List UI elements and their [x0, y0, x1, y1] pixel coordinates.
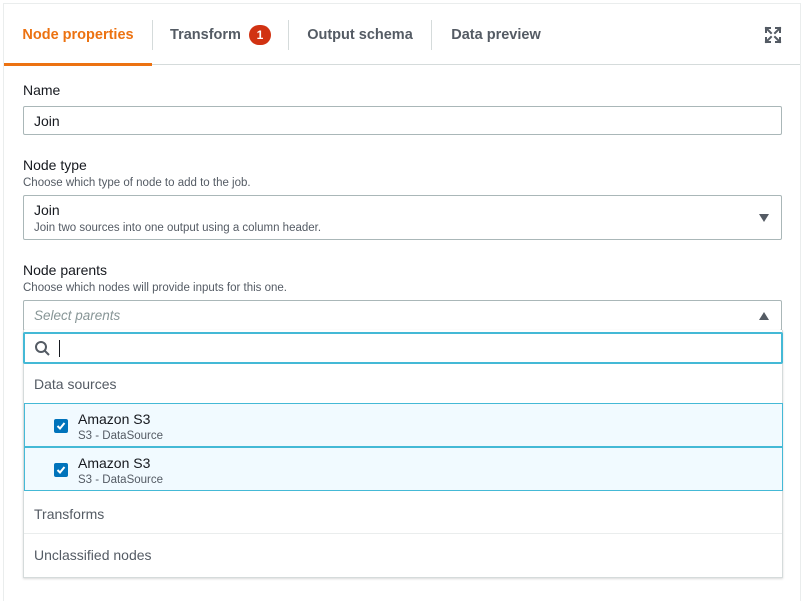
- option-subtitle: S3 - DataSource: [78, 474, 164, 486]
- name-input-value: Join: [34, 113, 60, 129]
- node-parents-select[interactable]: Select parents: [23, 300, 782, 331]
- tab-label: Transform: [170, 26, 241, 43]
- node-parents-placeholder: Select parents: [34, 308, 121, 323]
- node-panel: Node properties Transform 1 Output schem…: [3, 3, 801, 601]
- divider: [24, 533, 782, 534]
- tab-transform[interactable]: Transform 1: [153, 4, 288, 65]
- node-type-select[interactable]: Join Join two sources into one output us…: [23, 195, 782, 240]
- group-label-data-sources: Data sources: [34, 376, 117, 392]
- name-input[interactable]: Join: [23, 106, 782, 135]
- name-label: Name: [23, 82, 61, 98]
- option-title: Amazon S3: [78, 455, 151, 471]
- option-title: Amazon S3: [78, 411, 151, 427]
- checkmark-icon: [56, 466, 66, 474]
- error-count-badge: 1: [248, 24, 271, 45]
- tab-node-properties[interactable]: Node properties: [4, 4, 152, 66]
- chevron-down-icon: [759, 214, 769, 222]
- option-subtitle: S3 - DataSource: [78, 430, 164, 442]
- tab-bar: Node properties Transform 1 Output schem…: [4, 4, 800, 66]
- tab-label: Data preview: [451, 26, 541, 43]
- tab-label: Node properties: [22, 26, 134, 43]
- option-amazon-s3[interactable]: Amazon S3 S3 - DataSource: [24, 403, 783, 447]
- group-label-transforms: Transforms: [34, 506, 105, 522]
- node-parents-dropdown: Data sources Amazon S3 S3 - DataSource A…: [23, 330, 783, 578]
- node-type-value-description: Join two sources into one output using a…: [34, 222, 322, 234]
- node-type-label: Node type: [23, 157, 87, 173]
- node-parents-description: Choose which nodes will provide inputs f…: [23, 282, 288, 294]
- parents-search-input[interactable]: [23, 332, 783, 364]
- search-icon: [35, 341, 50, 356]
- checkbox[interactable]: [54, 419, 68, 433]
- node-type-value: Join: [34, 202, 60, 218]
- checkmark-icon: [56, 422, 66, 430]
- node-parents-label: Node parents: [23, 262, 108, 278]
- text-cursor: [59, 340, 60, 357]
- group-label-unclassified-nodes: Unclassified nodes: [34, 547, 152, 563]
- node-type-description: Choose which type of node to add to the …: [23, 177, 251, 189]
- checkbox[interactable]: [54, 463, 68, 477]
- option-amazon-s3[interactable]: Amazon S3 S3 - DataSource: [24, 447, 783, 491]
- tab-data-preview[interactable]: Data preview: [432, 4, 560, 65]
- chevron-up-icon: [759, 312, 769, 320]
- tab-output-schema[interactable]: Output schema: [289, 4, 431, 65]
- tab-label: Output schema: [307, 26, 413, 43]
- expand-icon[interactable]: [764, 26, 782, 44]
